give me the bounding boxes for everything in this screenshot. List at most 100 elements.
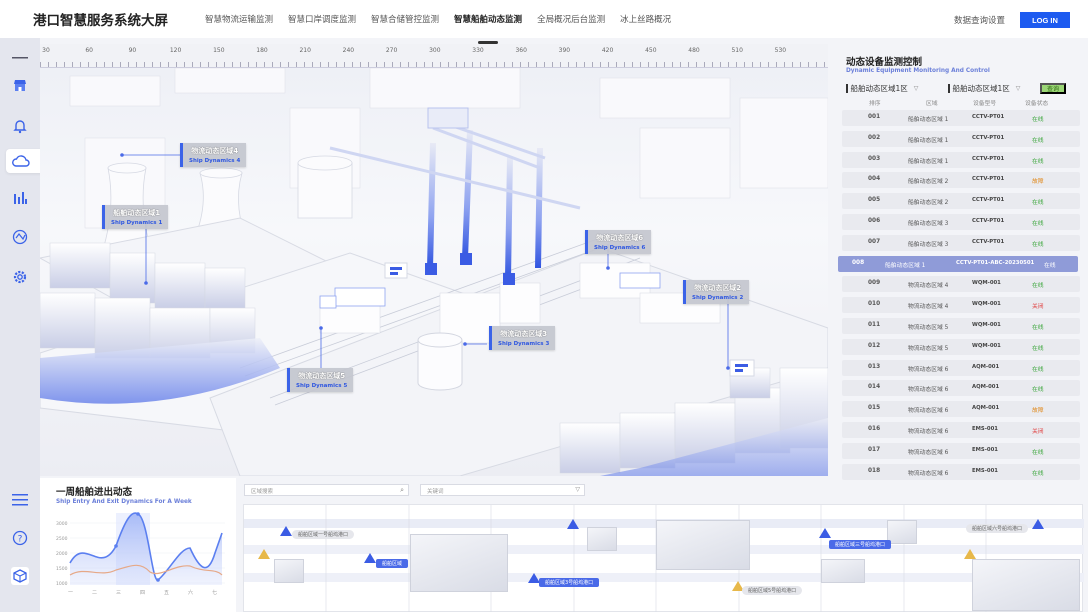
- table-row[interactable]: 012 物流动态区域 5 WQM-001 在线: [842, 338, 1080, 355]
- table-row[interactable]: 009 物流动态区域 4 WQM-001 在线: [842, 276, 1080, 293]
- ship-thumbnail[interactable]: [410, 534, 508, 592]
- table-row[interactable]: 018 物流动态区域 6 EMS-001 在线: [842, 463, 1080, 480]
- timeline-tag[interactable]: 船舶区域3号船坞港口: [539, 578, 600, 587]
- y-tick: 2000: [56, 551, 68, 557]
- row-status: 在线: [1032, 158, 1044, 165]
- ruler-label: 300: [429, 47, 441, 54]
- table-row[interactable]: 010 物流动态区域 4 WQM-001 关闭: [842, 297, 1080, 314]
- table-row[interactable]: 005 船舶动态区域 2 CCTV-PT01 在线: [842, 193, 1080, 210]
- area-filter-2[interactable]: 船舶动态区域1区 ▽: [948, 83, 1020, 94]
- timeline-tag[interactable]: 船舶区域三号船坞港口: [829, 540, 892, 549]
- cube-icon[interactable]: [10, 566, 30, 586]
- y-tick: 1500: [56, 566, 68, 572]
- table-row[interactable]: 014 物流动态区域 6 AQM-001 在线: [842, 380, 1080, 397]
- row-order: 002: [868, 134, 881, 141]
- row-status: 在线: [1032, 200, 1044, 207]
- row-status: 在线: [1032, 325, 1044, 331]
- network-icon[interactable]: [10, 227, 30, 247]
- main-nav: 智慧物流运输监测 智慧口岸调度监测 智慧合储管控监测 智慧船舶动态监测 全局概况…: [205, 13, 686, 25]
- gear-icon[interactable]: [10, 267, 30, 287]
- row-status: 在线: [1032, 221, 1044, 227]
- row-status: 在线: [1032, 345, 1044, 352]
- list-icon[interactable]: [10, 490, 30, 510]
- x-tick: 四: [140, 590, 145, 596]
- nav-item-silk-road[interactable]: 冰上丝路概况: [620, 13, 671, 25]
- table-row[interactable]: 015 物流动态区域 6 AQM-001 故障: [842, 401, 1080, 418]
- ship-thumbnail[interactable]: [587, 527, 617, 551]
- app-title: 港口智慧服务系统大屏: [33, 13, 168, 29]
- ship-timeline[interactable]: 船舶区域一号船坞港口 船舶区域 船舶区域3号船坞港口 船舶区域5号船坞港口 船舶…: [243, 504, 1084, 612]
- ship-thumbnail[interactable]: [972, 559, 1080, 611]
- table-row[interactable]: 017 物流动态区域 6 EMS-001 在线: [842, 442, 1080, 459]
- table-row[interactable]: 001 船舶动态区域 1 CCTV-PT01 在线: [842, 110, 1080, 126]
- row-order: 018: [868, 467, 881, 474]
- nav-item-port-dispatch[interactable]: 智慧口岸调度监测: [288, 13, 356, 25]
- ship-thumbnail[interactable]: [656, 520, 750, 570]
- drag-handle[interactable]: [478, 41, 498, 44]
- area-filter-1[interactable]: 船舶动态区域1区 ▽: [846, 83, 918, 94]
- timeline-tag[interactable]: 船舶区域六号船坞港口: [966, 524, 1029, 533]
- row-area: 船舶动态区域 3: [908, 221, 949, 227]
- table-row[interactable]: 004 船舶动态区域 2 CCTV-PT01 故障: [842, 172, 1080, 189]
- table-row[interactable]: 013 物流动态区域 6 AQM-001 在线: [842, 359, 1080, 376]
- row-status: 故障: [1032, 408, 1044, 415]
- chart-bars-icon[interactable]: [10, 188, 30, 208]
- menu-icon[interactable]: [10, 48, 30, 68]
- ship-dynamics-label-6[interactable]: 物流动态区域6 Ship Dynamics 6: [585, 230, 652, 254]
- row-area: 物流动态区域 6: [908, 387, 949, 394]
- table-row[interactable]: 006 船舶动态区域 3 CCTV-PT01 在线: [842, 214, 1080, 230]
- nav-item-storage[interactable]: 智慧合储管控监测: [371, 13, 439, 25]
- row-order: 011: [868, 322, 881, 328]
- ship-dynamics-label-3[interactable]: 物流动态区域3 Ship Dynamics 3: [489, 326, 556, 350]
- timeline-tag[interactable]: 船舶区域一号船坞港口: [292, 530, 355, 539]
- timeline-tag[interactable]: 船舶区域5号船坞港口: [742, 586, 803, 595]
- row-model: CCTV-PT01: [972, 218, 1005, 224]
- row-model: EMS-001: [972, 426, 998, 432]
- x-tick: 三: [116, 590, 121, 596]
- dashboard: 港口智慧服务系统大屏 智慧物流运输监测 智慧口岸调度监测 智慧合储管控监测 智慧…: [0, 0, 1088, 612]
- row-area: 船舶动态区域 1: [908, 117, 949, 123]
- ship-dynamics-label-2[interactable]: 物流动态区域2 Ship Dynamics 2: [683, 280, 750, 304]
- ruler-label: 390: [558, 47, 571, 54]
- table-row[interactable]: 002 船舶动态区域 1 CCTV-PT01 在线: [842, 130, 1080, 147]
- query-button[interactable]: 查询: [1040, 83, 1066, 94]
- x-tick: 五: [164, 590, 169, 596]
- row-area: 物流动态区域 6: [908, 470, 949, 477]
- help-icon[interactable]: ?: [10, 528, 30, 548]
- ruler-label: 270: [385, 47, 398, 54]
- bell-icon[interactable]: [10, 116, 30, 136]
- y-tick: 3000: [56, 521, 68, 527]
- column-header-area: 区域: [926, 101, 938, 107]
- table-row[interactable]: 011 物流动态区域 5 WQM-001 在线: [842, 318, 1080, 334]
- area-search-input[interactable]: 区域搜索 ⌕: [244, 484, 409, 496]
- timeline-tag[interactable]: 船舶区域: [376, 559, 409, 568]
- row-order: 003: [868, 155, 881, 162]
- ship-thumbnail[interactable]: [821, 559, 865, 583]
- row-model: CCTV-PT01-ABC-20230501: [956, 259, 1035, 266]
- ship-thumbnail[interactable]: [887, 520, 917, 544]
- row-area: 物流动态区域 5: [908, 325, 949, 331]
- ship-dynamics-label-5[interactable]: 物流动态区域5 Ship Dynamics 5: [287, 368, 354, 392]
- ship-dynamics-label-4[interactable]: 物流动态区域4 Ship Dynamics 4: [180, 143, 247, 167]
- column-header-order: 排序: [869, 101, 881, 107]
- ship-dynamics-label-1[interactable]: 船舶动态区域1 Ship Dynamics 1: [102, 205, 169, 229]
- row-area: 船舶动态区域 2: [908, 179, 949, 186]
- row-status: 在线: [1032, 387, 1044, 394]
- row-status: 关闭: [1032, 304, 1044, 311]
- port-3d-scene[interactable]: 物流动态区域4 Ship Dynamics 4 船舶动态区域1 Ship Dyn…: [40, 68, 828, 476]
- keyword-search-input[interactable]: 关键词 ▽: [420, 484, 585, 496]
- row-area: 船舶动态区域 1: [908, 158, 949, 165]
- table-row[interactable]: 003 船舶动态区域 1 CCTV-PT01 在线: [842, 151, 1080, 168]
- nav-item-logistics[interactable]: 智慧物流运输监测: [205, 13, 273, 25]
- x-tick: 一: [68, 590, 73, 596]
- nav-item-overview[interactable]: 全局概况后台监测: [537, 13, 605, 25]
- row-model: AQM-001: [972, 384, 1000, 391]
- ship-thumbnail[interactable]: [274, 559, 304, 583]
- nav-item-ship-dynamics[interactable]: 智慧船舶动态监测: [454, 13, 522, 25]
- table-row[interactable]: 008 船舶动态区域 1 CCTV-PT01-ABC-20230501 在线: [838, 255, 1078, 272]
- data-query-settings-link[interactable]: 数据查询设置: [954, 14, 1005, 26]
- store-icon[interactable]: [10, 76, 30, 96]
- table-row[interactable]: 016 物流动态区域 6 EMS-001 关闭: [842, 422, 1080, 438]
- login-button[interactable]: LOG IN: [1020, 12, 1070, 28]
- table-row[interactable]: 007 船舶动态区域 3 CCTV-PT01 在线: [842, 234, 1080, 251]
